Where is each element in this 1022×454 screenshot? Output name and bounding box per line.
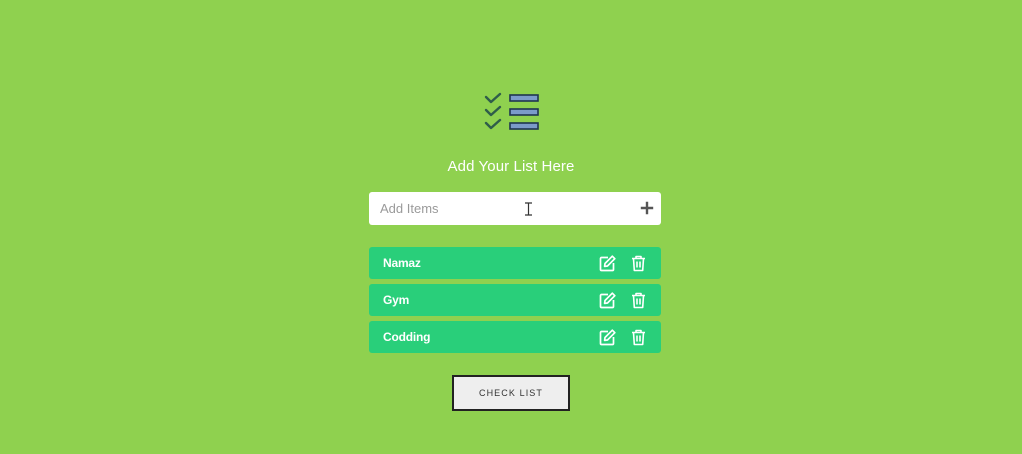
edit-icon[interactable] [599,329,616,346]
edit-icon[interactable] [599,292,616,309]
item-label: Codding [383,330,431,344]
add-item-form [369,192,661,225]
page-title: Add Your List Here [447,158,575,175]
trash-icon[interactable] [631,329,646,346]
check-list-button[interactable]: CHECK LIST [452,375,570,411]
trash-icon[interactable] [631,255,646,272]
checklist-icon [484,92,539,130]
list-item: Gym [369,284,661,316]
text-cursor-icon [525,202,532,216]
add-item-input[interactable] [369,192,619,225]
item-label: Namaz [383,256,421,270]
plus-icon[interactable] [639,200,655,216]
edit-icon[interactable] [599,255,616,272]
trash-icon[interactable] [631,292,646,309]
todo-list: Namaz Gym Codding [369,247,661,358]
item-label: Gym [383,293,410,307]
list-item: Codding [369,321,661,353]
list-item: Namaz [369,247,661,279]
todo-app: Add Your List Here Namaz Gym [0,0,1022,454]
